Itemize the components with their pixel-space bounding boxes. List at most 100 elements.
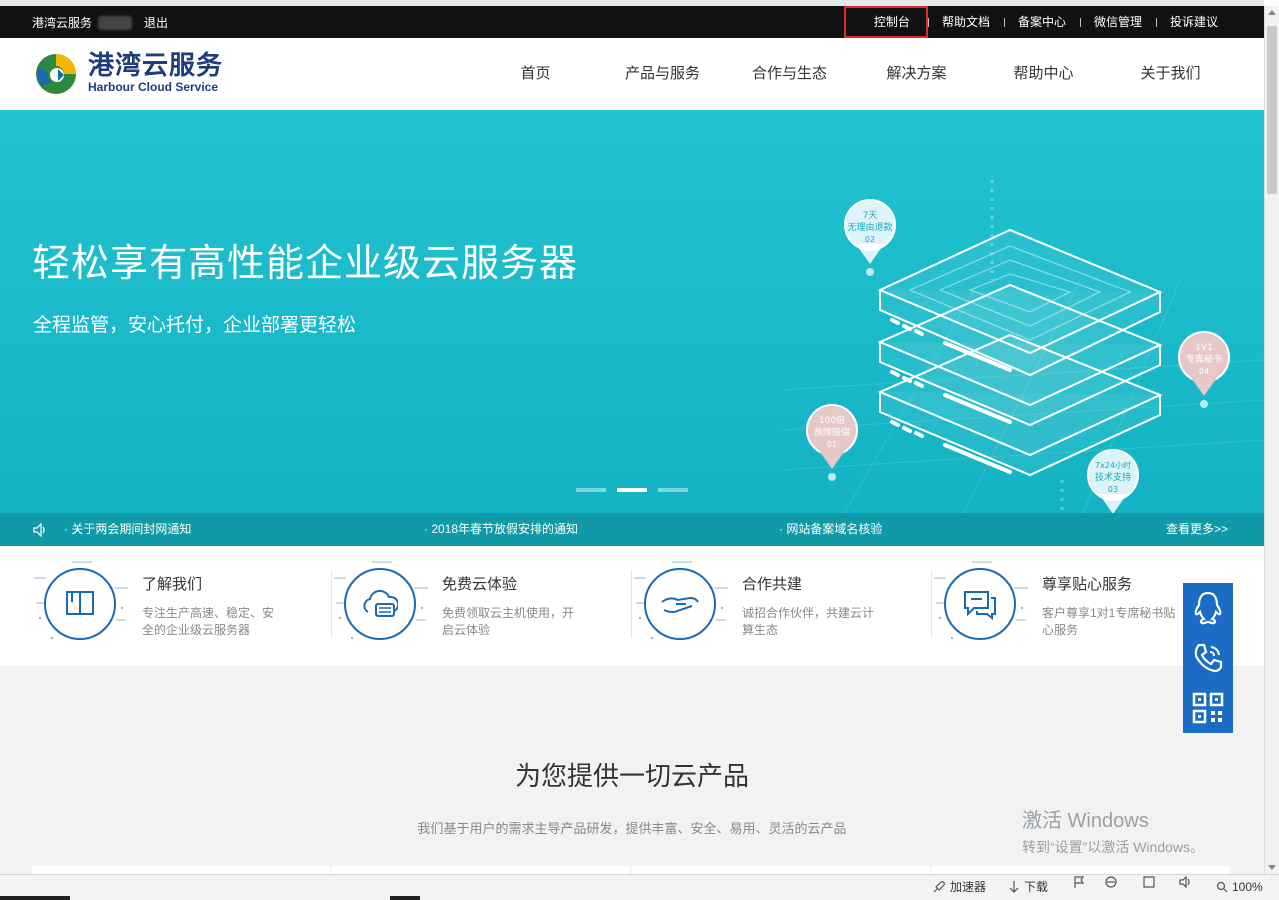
svg-text:故障赔偿: 故障赔偿 [814,426,850,438]
scroll-up-icon[interactable] [1268,10,1276,15]
site-header: 港湾云服务 Harbour Cloud Service 首页 产品与服务 合作与… [0,38,1264,110]
svg-text:03: 03 [1108,485,1118,494]
floating-contact-panel [1183,583,1233,733]
brand-link[interactable]: 港湾云服务 [32,14,92,31]
site-logo[interactable]: 港湾云服务 Harbour Cloud Service [34,48,223,96]
feature-title: 免费云体验 [442,576,518,593]
handshake-icon [661,596,699,613]
feature-desc: 客户尊享1对1专席秘书贴心服务 [1042,606,1176,637]
svg-text:1V1: 1V1 [1195,343,1213,353]
carousel-dot-2[interactable] [617,488,647,492]
product-cards [32,866,1232,874]
svg-text:100倍: 100倍 [819,414,845,426]
feature-title: 合作共建 [742,576,803,593]
accelerator-button[interactable]: 加速器 [932,875,986,899]
logo-cn-text: 港湾云服务 [88,50,224,80]
nav-home[interactable]: 首页 [472,38,599,110]
scroll-down-icon[interactable] [1268,865,1276,870]
browser-status-bar: 加速器 下载 100% [0,874,1279,900]
phone-button[interactable] [1183,633,1233,683]
phone-icon [1194,643,1223,673]
feature-cooperation[interactable]: 合作共建 诚招合作伙伴，共建云计算生态 [632,546,932,666]
console-link[interactable]: 控制台 [843,6,928,38]
book-icon [66,591,94,615]
svg-text:01: 01 [827,440,837,449]
top-bar: 港湾云服务 退出 控制台 帮助文档 备案中心 微信管理 投诉建议 [0,0,1264,38]
nav-help[interactable]: 帮助中心 [980,38,1107,110]
svg-text:技术支持: 技术支持 [1095,471,1131,483]
section-title: 为您提供一切云产品 [514,761,749,791]
pin-refund: 7天 无理由退款 02 [844,199,896,276]
windows-activation-watermark: 激活 Windows 转到“设置”以激活 Windows。 [1022,810,1205,855]
logout-link[interactable]: 退出 [144,14,168,31]
svg-text:专席秘书: 专席秘书 [1186,353,1222,365]
qr-code-icon [1192,692,1224,724]
chat-icon [964,591,996,620]
icp-center-link[interactable]: 备案中心 [1003,6,1080,38]
qq-penguin-icon [1194,591,1222,625]
download-arrow-icon [1009,881,1019,893]
features-strip: 了解我们 专注生产高速、稳定、安全的企业级云服务器 免费云体验 免费领取云主机使… [0,546,1264,666]
notice-item-1[interactable]: · 关于两会期间封网通知 [64,513,191,546]
svg-text:7天: 7天 [863,211,878,221]
browser-e-icon [1105,876,1117,888]
product-card[interactable] [332,866,630,874]
nav-partners[interactable]: 合作与生态 [726,38,853,110]
qr-code-button[interactable] [1183,683,1233,733]
qq-button[interactable] [1183,583,1233,633]
cloud-server-icon [363,589,398,617]
download-button[interactable]: 下载 [1008,875,1048,899]
speaker-icon [33,522,45,538]
feature-desc: 免费领取云主机使用，开启云体验 [442,606,575,637]
pin-secretary: 1V1 专席秘书 04 [1178,331,1230,408]
hero-subtitle: 全程监管，安心托付，企业部署更轻松 [33,315,357,336]
zoom-button[interactable]: 100% [1216,875,1263,899]
notice-more-link[interactable]: 查看更多>> [1166,513,1228,546]
notice-item-2[interactable]: · 2018年春节放假安排的通知 [424,513,578,546]
pin-support: 7x24小时 技术支持 03 [1087,449,1139,513]
carousel-dot-3[interactable] [658,488,688,492]
feature-title: 尊享贴心服务 [1042,576,1133,593]
hero-banner[interactable]: 7天 无理由退款 02 1V1 专席秘书 04 100倍 故障赔偿 01 7x2… [0,110,1264,513]
flag-icon [1074,876,1085,888]
username-redacted [98,15,133,30]
wechat-manage-link[interactable]: 微信管理 [1079,6,1156,38]
ie-mode-button[interactable] [1104,875,1122,889]
scrollbar-thumb[interactable] [1267,26,1277,194]
magnifier-icon [1216,881,1228,893]
product-card[interactable] [932,866,1230,874]
feature-desc: 专注生产高速、稳定、安全的企业级云服务器 [142,606,275,637]
svg-text:04: 04 [1199,367,1209,376]
feature-desc: 诚招合作伙伴，共建云计算生态 [742,606,875,637]
hero-title: 轻松享有高性能企业级云服务器 [32,243,579,285]
svg-text:02: 02 [865,235,875,244]
feature-free-trial[interactable]: 免费云体验 免费领取云主机使用，开启云体验 [332,546,632,666]
volume-icon [1179,875,1190,889]
logo-en-text: Harbour Cloud Service [88,80,219,94]
product-card[interactable] [32,866,330,874]
logo-mark-icon [36,54,76,94]
notice-item-3[interactable]: · 网站备案域名核验 [779,513,882,546]
window-icon [1143,876,1155,888]
carousel-dots [576,488,699,492]
main-nav: 首页 产品与服务 合作与生态 解决方案 帮助中心 关于我们 [472,38,1234,110]
help-docs-link[interactable]: 帮助文档 [927,6,1004,38]
carousel-dot-1[interactable] [576,488,606,492]
server-stack-illustration: 7天 无理由退款 02 1V1 专席秘书 04 100倍 故障赔偿 01 7x2… [780,180,1264,513]
feedback-button[interactable] [1072,875,1090,889]
svg-text:7x24小时: 7x24小时 [1095,460,1131,470]
pin-compensation: 100倍 故障赔偿 01 [806,404,858,481]
feature-about[interactable]: 了解我们 专注生产高速、稳定、安全的企业级云服务器 [32,546,332,666]
vertical-scrollbar[interactable] [1264,6,1279,874]
complaint-link[interactable]: 投诉建议 [1155,6,1232,38]
nav-solutions[interactable]: 解决方案 [853,38,980,110]
nav-about[interactable]: 关于我们 [1107,38,1234,110]
mute-button[interactable] [1178,875,1198,889]
product-card[interactable] [632,866,930,874]
notice-bar: · 关于两会期间封网通知 · 2018年春节放假安排的通知 · 网站备案域名核验… [0,513,1264,546]
feature-title: 了解我们 [142,576,203,593]
rocket-icon [933,881,945,893]
window-button[interactable] [1142,875,1160,889]
svg-text:无理由退款: 无理由退款 [847,221,892,233]
nav-products[interactable]: 产品与服务 [599,38,726,110]
